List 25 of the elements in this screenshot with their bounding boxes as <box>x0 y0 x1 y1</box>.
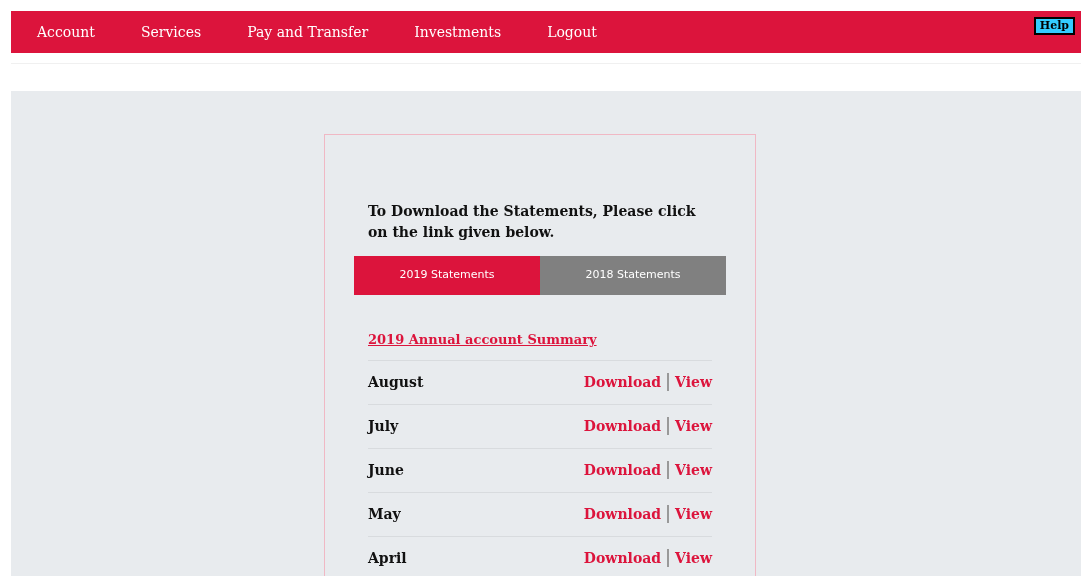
download-link[interactable]: Download <box>583 547 662 569</box>
nav-link[interactable]: Pay and Transfer <box>247 21 369 43</box>
month-label: May <box>368 504 401 524</box>
month-label: June <box>368 460 404 480</box>
view-link[interactable]: View <box>675 371 712 393</box>
download-link[interactable]: Download <box>583 503 662 525</box>
view-link[interactable]: View <box>675 503 712 525</box>
instruction-text: To Download the Statements, Please click on the link given below. <box>368 202 697 242</box>
statements-tab[interactable]: 2018 Statements <box>540 256 726 295</box>
statements-tab[interactable]: 2019 Statements <box>354 256 540 295</box>
download-link[interactable]: Download <box>583 371 662 393</box>
month-label: July <box>368 416 399 436</box>
download-link[interactable]: Download <box>583 415 662 437</box>
month-label: August <box>368 372 424 392</box>
view-link[interactable]: View <box>675 547 712 569</box>
view-link[interactable]: View <box>675 415 712 437</box>
help-button[interactable]: Help <box>1033 17 1075 35</box>
nav-link[interactable]: Account <box>37 21 95 43</box>
view-link[interactable]: View <box>675 459 712 481</box>
nav-link[interactable]: Investments <box>414 21 502 43</box>
nav-link[interactable]: Logout <box>547 21 597 43</box>
download-link[interactable]: Download <box>583 459 662 481</box>
month-label: April <box>368 548 407 568</box>
nav-link[interactable]: Services <box>140 21 202 43</box>
summary-link[interactable]: 2019 Annual account Summary <box>368 330 597 350</box>
